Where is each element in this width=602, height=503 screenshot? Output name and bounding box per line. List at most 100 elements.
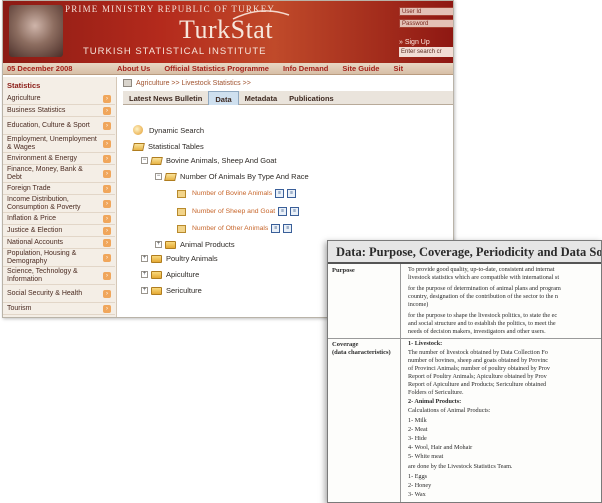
tree-label: Dynamic Search (149, 125, 205, 135)
sign-up-link[interactable]: » Sign Up (399, 39, 430, 46)
purpose-label: Purpose (332, 267, 355, 274)
sidebar-item-income-distribution[interactable]: Income Distribution, Consumption & Pover… (3, 195, 115, 213)
coverage-label: Coverage (332, 341, 359, 348)
sidebar-item-social-security[interactable]: Social Security & Health › (3, 285, 115, 303)
tree-item-poultry[interactable]: + Poultry Animals (141, 254, 218, 263)
sidebar-item-foreign-trade[interactable]: Foreign Trade › (3, 183, 115, 195)
coverage-line: The number of livestock obtained by Data… (408, 349, 548, 356)
tree-item-apiculture[interactable]: + Apiculture (141, 270, 199, 279)
tab-latest-news-bulletin[interactable]: Latest News Bulletin (123, 91, 208, 105)
tree-leaf-other-animals[interactable]: Number of Other Animals ≡ ≡ (177, 224, 293, 233)
document-icon[interactable]: ≡ (287, 189, 297, 198)
tab-publications[interactable]: Publications (283, 91, 340, 105)
statistics-sidebar: Statistics Agriculture › Business Statist… (3, 77, 117, 317)
sidebar-item-label: Social Security & Health (7, 289, 83, 297)
sidebar-item-agriculture[interactable]: Agriculture › (3, 93, 115, 105)
sidebar-item-justice[interactable]: Justice & Election › (3, 225, 115, 237)
sidebar-item-education[interactable]: Education, Culture & Sport › (3, 117, 115, 135)
document-icon[interactable]: ≡ (278, 207, 288, 216)
nav-official-statistics-programme[interactable]: Official Statistics Programme (164, 64, 269, 73)
tree-label: Poultry Animals (166, 254, 218, 263)
sidebar-item-inflation[interactable]: Inflation & Price › (3, 213, 115, 225)
nav-site-map[interactable]: Sit (393, 64, 403, 73)
coverage-line: 3- Hide (408, 435, 427, 442)
tree-item-animal-products[interactable]: + Animal Products (155, 240, 235, 249)
screenshot-stage: Prime Ministry Republic of Turkey TurkSt… (0, 0, 602, 503)
tree-leaf-bovine-animals[interactable]: Number of Bovine Animals ≡ ≡ (177, 189, 297, 198)
tree-item-bovine-animals[interactable]: − Bovine Animals, Sheep And Goat (141, 156, 277, 165)
tree-item-dynamic-search[interactable]: Dynamic Search (133, 125, 204, 135)
search-input[interactable]: Enter search cr (399, 47, 453, 57)
table-icon (177, 189, 186, 198)
password-field[interactable]: Password (399, 19, 453, 28)
expand-icon[interactable]: + (141, 255, 148, 262)
tree-label: Statistical Tables (148, 142, 204, 151)
purpose-line: income) (408, 301, 429, 308)
sidebar-item-label: Foreign Trade (7, 184, 51, 192)
tree-label: Bovine Animals, Sheep And Goat (166, 156, 277, 165)
sidebar-item-label: Justice & Election (7, 226, 63, 234)
user-id-field[interactable]: User Id (399, 7, 453, 16)
nav-about-us[interactable]: About Us (117, 64, 150, 73)
sidebar-item-tourism[interactable]: Tourism › (3, 303, 115, 315)
purpose-line: for the purpose of determination of anim… (408, 285, 561, 292)
expand-icon[interactable]: + (155, 241, 162, 248)
tab-metadata[interactable]: Metadata (239, 91, 284, 105)
sidebar-item-label: Environment & Energy (7, 154, 78, 162)
breadcrumb-icon (123, 79, 132, 87)
sidebar-item-label: Science, Technology & Information (7, 267, 78, 283)
coverage-line: Report of Apiculture and Products; Seric… (408, 381, 547, 388)
collapse-icon[interactable]: − (155, 173, 162, 180)
nav-site-guide[interactable]: Site Guide (342, 64, 379, 73)
sidebar-item-population[interactable]: Population, Housing & Demography › (3, 249, 115, 267)
sidebar-item-national-accounts[interactable]: National Accounts › (3, 237, 115, 249)
coverage-line: 1- Livestock: (408, 340, 443, 347)
tab-data[interactable]: Data (208, 91, 239, 105)
expand-icon[interactable]: + (141, 287, 148, 294)
purpose-line: To provide good quality, up-to-date, con… (408, 266, 555, 273)
folder-open-icon (132, 142, 145, 151)
arrow-right-icon: › (103, 199, 111, 208)
sidebar-item-science[interactable]: Science, Technology & Information › (3, 267, 115, 285)
column-divider (400, 264, 401, 502)
tree-leaf-sheep-goat[interactable]: Number of Sheep and Goat ≡ ≡ (177, 207, 300, 216)
purpose-line: needs of decision makers, investigators … (408, 328, 546, 335)
document-icon[interactable]: ≡ (271, 224, 281, 233)
sidebar-item-label: Income Distribution, Consumption & Pover… (7, 195, 81, 211)
expand-icon[interactable]: + (141, 271, 148, 278)
document-icon[interactable]: ≡ (283, 224, 293, 233)
site-banner: Prime Ministry Republic of Turkey TurkSt… (3, 1, 453, 63)
coverage-line: Report of Poultry Animals; Apiculture ob… (408, 373, 547, 380)
document-title: Data: Purpose, Coverage, Periodicity and… (328, 241, 601, 264)
arrow-right-icon: › (103, 271, 111, 280)
logo-swoosh-icon (232, 10, 290, 20)
sidebar-item-label: Agriculture (7, 94, 41, 102)
arrow-right-icon: › (103, 121, 111, 130)
document-icon[interactable]: ≡ (275, 189, 285, 198)
sidebar-item-environment[interactable]: Environment & Energy › (3, 153, 115, 165)
folder-icon (151, 254, 162, 263)
folder-icon (165, 240, 176, 249)
current-date: 05 December 2008 (7, 64, 73, 73)
coverage-line: 5- White meat (408, 453, 444, 460)
arrow-right-icon: › (103, 214, 111, 223)
sidebar-item-finance[interactable]: Finance, Money, Bank & Debt › (3, 165, 115, 183)
tree-item-number-by-type[interactable]: − Number Of Animals By Type And Race (155, 172, 309, 181)
sidebar-item-business-statistics[interactable]: Business Statistics › (3, 105, 115, 117)
tree-item-statistical-tables[interactable]: Statistical Tables (132, 142, 204, 151)
tree-label: Animal Products (180, 240, 235, 249)
dynamic-search-icon (133, 125, 143, 135)
folder-open-icon (150, 156, 163, 165)
sidebar-item-employment[interactable]: Employment, Unemployment & Wages › (3, 135, 115, 153)
nav-info-demand[interactable]: Info Demand (283, 64, 328, 73)
tree-item-sericulture[interactable]: + Sericulture (141, 286, 202, 295)
tree-label: Number Of Animals By Type And Race (180, 172, 309, 181)
arrow-right-icon: › (103, 253, 111, 262)
document-icon[interactable]: ≡ (290, 207, 300, 216)
coverage-line: 2- Honey (408, 482, 432, 489)
table-icon (177, 207, 186, 216)
table-icon (177, 224, 186, 233)
breadcrumb-text[interactable]: Agriculture >> Livestock Statistics >> (136, 80, 251, 87)
purpose-line: country, designation of the contribution… (408, 293, 558, 300)
collapse-icon[interactable]: − (141, 157, 148, 164)
